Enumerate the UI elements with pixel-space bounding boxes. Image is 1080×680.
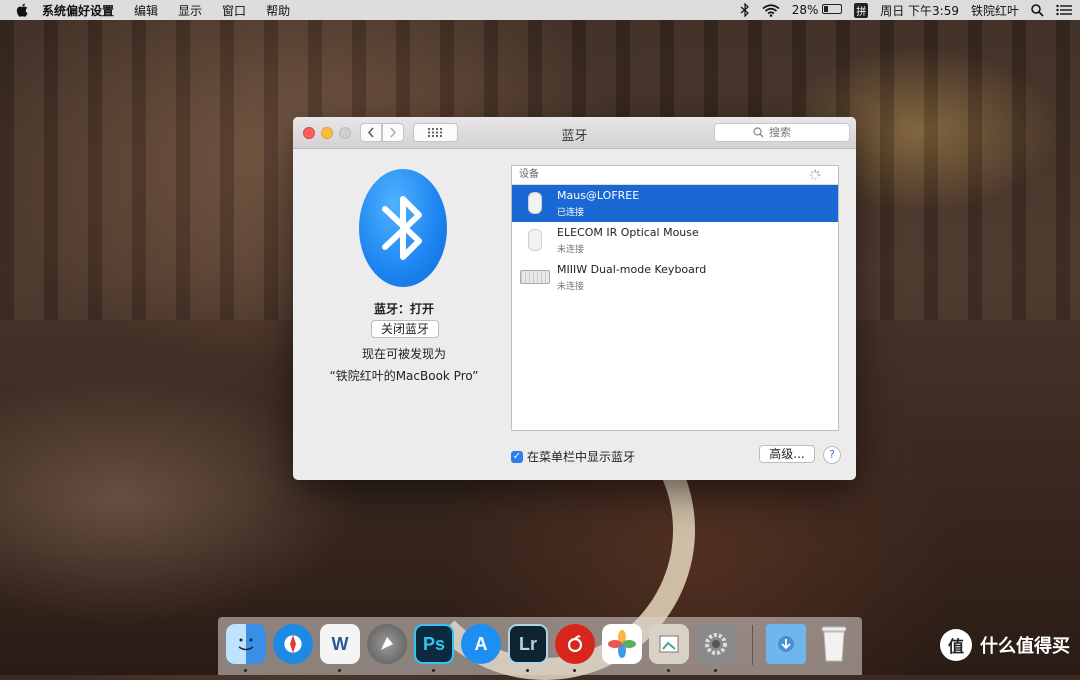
- running-indicator: [714, 669, 717, 672]
- running-indicator: [338, 669, 341, 672]
- device-list[interactable]: 设备 Maus@LOFREE 已连接 ELECOM IR Optical Mou…: [511, 165, 839, 431]
- device-name: ELECOM IR Optical Mouse: [557, 226, 699, 239]
- lightroom-icon-label: Lr: [519, 633, 537, 654]
- search-input[interactable]: [767, 125, 811, 140]
- app-store-icon[interactable]: A: [461, 624, 501, 664]
- battery-icon: [822, 4, 843, 14]
- keyboard-icon: [520, 264, 550, 290]
- search-field[interactable]: [714, 123, 850, 142]
- preview-icon[interactable]: [649, 624, 689, 664]
- word-icon[interactable]: W: [320, 624, 360, 664]
- running-indicator: [244, 669, 247, 672]
- window-titlebar[interactable]: 蓝牙: [293, 117, 856, 149]
- running-indicator: [667, 669, 670, 672]
- menubar: 系统偏好设置 编辑 显示 窗口 帮助 28% 拼 周日 下午3:59 铁院红叶: [0, 0, 1080, 20]
- loading-spinner-icon: [809, 169, 821, 181]
- menu-window[interactable]: 窗口: [222, 2, 246, 19]
- device-name: Maus@LOFREE: [557, 189, 640, 202]
- wifi-icon[interactable]: [762, 3, 780, 17]
- device-status: 未连接: [557, 282, 585, 292]
- photoshop-icon-label: Ps: [422, 633, 446, 654]
- mouse-icon: [520, 190, 550, 216]
- running-indicator: [526, 669, 529, 672]
- watermark: 值 什么值得买: [940, 629, 1070, 661]
- device-row[interactable]: ELECOM IR Optical Mouse 未连接: [512, 222, 838, 259]
- menu-help[interactable]: 帮助: [266, 2, 290, 19]
- netease-music-icon[interactable]: [555, 624, 595, 664]
- menubar-clock[interactable]: 周日 下午3:59: [880, 2, 959, 19]
- running-indicator: [432, 669, 435, 672]
- safari-icon[interactable]: [273, 624, 313, 664]
- show-in-menubar-option[interactable]: ✓ 在菜单栏中显示蓝牙: [511, 448, 635, 465]
- device-status: 未连接: [557, 245, 585, 255]
- show-in-menubar-label: 在菜单栏中显示蓝牙: [527, 450, 636, 464]
- device-status: 已连接: [557, 208, 585, 218]
- device-list-header-label: 设备: [519, 169, 539, 180]
- notification-center-icon[interactable]: [1056, 4, 1072, 16]
- device-list-header: 设备: [512, 166, 838, 185]
- menu-view[interactable]: 显示: [178, 2, 202, 19]
- bluetooth-preferences-window: 蓝牙 蓝牙：打开 关闭蓝牙 现在可被发现为 “铁院红叶的MacBook Pro”…: [293, 117, 856, 480]
- apple-menu-icon[interactable]: [16, 3, 28, 17]
- running-indicator: [573, 669, 576, 672]
- bluetooth-status-text: 蓝牙：打开: [373, 302, 434, 316]
- input-method-icon[interactable]: 拼: [854, 2, 869, 18]
- menubar-user[interactable]: 铁院红叶: [971, 2, 1019, 19]
- photos-icon[interactable]: [602, 624, 642, 664]
- lightroom-icon[interactable]: Lr: [508, 624, 548, 664]
- help-button[interactable]: ?: [823, 446, 841, 464]
- battery-status[interactable]: 28%: [792, 3, 843, 17]
- device-name: MIIIW Dual-mode Keyboard: [557, 263, 707, 276]
- show-in-menubar-checkbox[interactable]: ✓: [511, 450, 523, 463]
- search-icon: [753, 127, 764, 138]
- dock-separator: [752, 625, 753, 665]
- battery-percent: 28%: [791, 3, 819, 17]
- app-store-icon-label: A: [474, 633, 488, 654]
- spotlight-search-icon[interactable]: [1031, 3, 1044, 17]
- launchpad-icon[interactable]: [367, 624, 407, 664]
- watermark-logo: 值: [940, 629, 972, 661]
- device-row[interactable]: MIIIW Dual-mode Keyboard 未连接: [512, 259, 838, 296]
- mouse-icon: [520, 227, 550, 253]
- bluetooth-status-icon[interactable]: [740, 3, 750, 17]
- photoshop-icon[interactable]: Ps: [414, 624, 454, 664]
- trash-icon[interactable]: [814, 624, 854, 664]
- dock: W Ps A Lr: [218, 617, 862, 675]
- turn-off-bluetooth-button[interactable]: 关闭蓝牙: [371, 320, 439, 338]
- discoverable-device-name: “铁院红叶的MacBook Pro”: [329, 369, 479, 383]
- watermark-text: 什么值得买: [980, 636, 1070, 657]
- discoverable-label: 现在可被发现为: [361, 347, 446, 361]
- advanced-button[interactable]: 高级...: [759, 445, 815, 463]
- menu-app-name[interactable]: 系统偏好设置: [42, 2, 114, 19]
- system-preferences-icon[interactable]: [696, 624, 736, 664]
- bluetooth-logo-icon: [359, 169, 447, 287]
- downloads-folder-icon[interactable]: [766, 624, 806, 664]
- finder-icon[interactable]: [226, 624, 266, 664]
- device-row[interactable]: Maus@LOFREE 已连接: [512, 185, 838, 222]
- menu-edit[interactable]: 编辑: [134, 2, 158, 19]
- word-icon-label: W: [331, 633, 349, 654]
